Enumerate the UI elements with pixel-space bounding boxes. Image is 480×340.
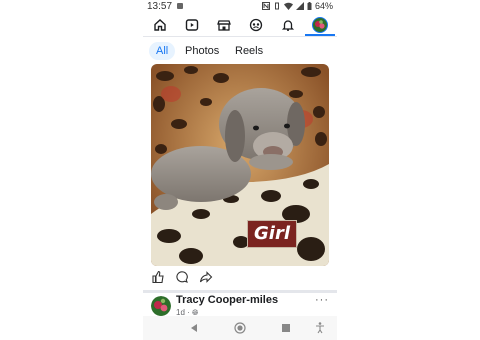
battery-icon bbox=[307, 2, 312, 10]
author-avatar[interactable] bbox=[151, 296, 171, 316]
wifi-icon bbox=[283, 2, 293, 10]
tab-photos[interactable]: Photos bbox=[185, 42, 219, 60]
more-options-button[interactable]: ··· bbox=[315, 294, 329, 306]
post-photo[interactable]: Girl bbox=[151, 64, 329, 266]
accessibility-icon[interactable] bbox=[313, 321, 327, 335]
battery-level: 64% bbox=[314, 1, 333, 11]
filter-tabs: All Photos Reels bbox=[143, 39, 337, 63]
post-author-name[interactable]: Tracy Cooper-miles bbox=[176, 294, 278, 306]
next-post-header: Tracy Cooper-miles 1d · 🌐︎ ··· bbox=[143, 294, 337, 318]
post-divider bbox=[143, 290, 337, 293]
home-button-icon[interactable] bbox=[233, 321, 247, 335]
tab-reels[interactable]: Reels bbox=[235, 42, 263, 60]
home-icon[interactable] bbox=[151, 16, 169, 34]
tab-all[interactable]: All bbox=[149, 42, 176, 60]
photo-caption-label: Girl bbox=[247, 220, 297, 248]
system-nav-bar bbox=[143, 316, 337, 340]
share-icon[interactable] bbox=[199, 270, 213, 284]
status-icons: 64% bbox=[261, 1, 333, 11]
recents-icon[interactable] bbox=[279, 321, 293, 335]
top-nav bbox=[143, 14, 337, 36]
notifications-icon[interactable] bbox=[279, 16, 297, 34]
status-time: 13:57 bbox=[147, 1, 173, 12]
vibrate-icon bbox=[274, 2, 279, 10]
nav-divider bbox=[143, 36, 337, 37]
post-actions bbox=[149, 270, 329, 286]
phone-screen: 13:57 64% All Photos Reels Girl Tracy Co… bbox=[143, 0, 337, 340]
like-icon[interactable] bbox=[151, 270, 165, 284]
video-icon[interactable] bbox=[183, 16, 201, 34]
comment-icon[interactable] bbox=[175, 270, 189, 284]
nfc-icon bbox=[261, 2, 270, 10]
status-bar: 13:57 64% bbox=[143, 0, 337, 14]
signal-icon bbox=[295, 2, 304, 10]
back-icon[interactable] bbox=[187, 321, 201, 335]
groups-icon[interactable] bbox=[247, 16, 265, 34]
marketplace-icon[interactable] bbox=[215, 16, 233, 34]
profile-avatar[interactable] bbox=[311, 16, 329, 34]
notification-icon bbox=[177, 3, 183, 9]
